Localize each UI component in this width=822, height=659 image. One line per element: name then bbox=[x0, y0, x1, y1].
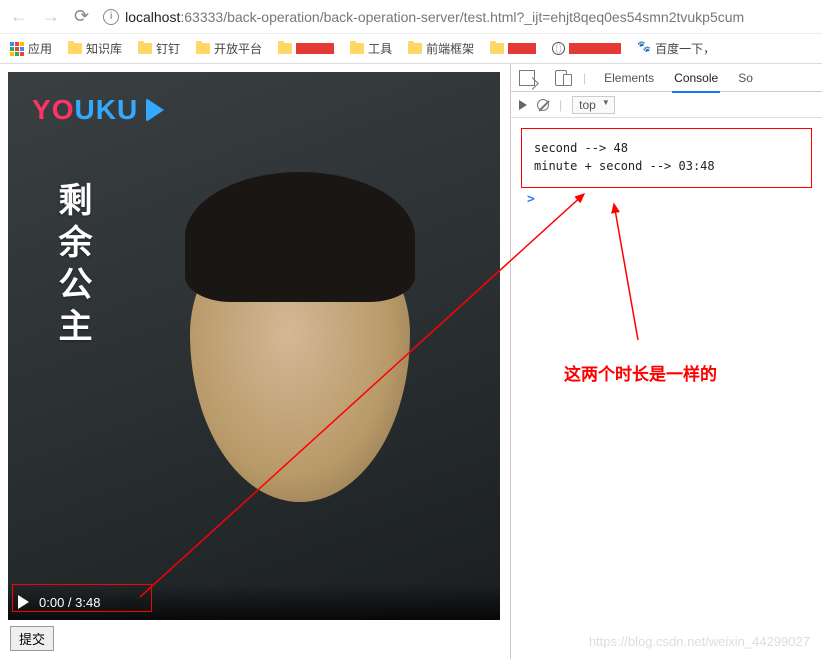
folder-icon bbox=[68, 43, 82, 54]
annotation-box-time bbox=[12, 584, 152, 612]
folder-icon bbox=[490, 43, 504, 54]
video-frame-graphic bbox=[130, 162, 470, 592]
apps-icon bbox=[10, 42, 24, 56]
bookmark-label: 钉钉 bbox=[156, 40, 180, 57]
inspect-icon[interactable] bbox=[519, 70, 535, 86]
context-select[interactable]: top bbox=[572, 96, 615, 114]
content-area: YOUKU 剩余公主 0:00 / 3:48 提交 | Elements Con… bbox=[0, 64, 822, 659]
video-panel: YOUKU 剩余公主 0:00 / 3:48 提交 bbox=[0, 64, 510, 659]
bookmark-label: 前端框架 bbox=[426, 40, 474, 57]
url-path: /back-operation/back-operation-server/te… bbox=[223, 9, 744, 25]
bookmark-item[interactable]: 钉钉 bbox=[138, 40, 180, 57]
folder-icon bbox=[138, 43, 152, 54]
bookmark-label: 百度一下， bbox=[655, 40, 715, 57]
bookmark-label: 工具 bbox=[368, 40, 392, 57]
browser-toolbar: ← → ⟳ i localhost:63333/back-operation/b… bbox=[0, 0, 822, 34]
bookmark-item[interactable]: 知识库 bbox=[68, 40, 122, 57]
tab-sources[interactable]: So bbox=[736, 71, 755, 85]
tab-console[interactable]: Console bbox=[672, 71, 720, 93]
clear-console-icon[interactable] bbox=[537, 99, 549, 111]
video-player[interactable]: YOUKU 剩余公主 0:00 / 3:48 bbox=[8, 72, 500, 620]
video-title: 剩余公主 bbox=[48, 182, 97, 350]
redacted-label bbox=[508, 43, 536, 54]
apps-button[interactable]: 应用 bbox=[10, 40, 52, 57]
console-line: second --> 48 bbox=[534, 141, 799, 155]
devtools-tabs: | Elements Console So bbox=[511, 64, 822, 92]
console-line: minute + second --> 03:48 bbox=[534, 159, 799, 173]
apps-label: 应用 bbox=[28, 40, 52, 57]
console-toolbar: | top bbox=[511, 92, 822, 118]
bookmark-item[interactable] bbox=[552, 42, 621, 55]
submit-button[interactable]: 提交 bbox=[10, 626, 54, 651]
paw-icon bbox=[637, 42, 651, 56]
bookmark-item[interactable]: 前端框架 bbox=[408, 40, 474, 57]
forward-icon[interactable]: → bbox=[42, 6, 60, 27]
youku-play-icon bbox=[146, 98, 164, 122]
bookmark-item[interactable]: 开放平台 bbox=[196, 40, 262, 57]
site-info-icon[interactable]: i bbox=[103, 9, 119, 25]
folder-icon bbox=[408, 43, 422, 54]
bookmarks-bar: 应用 知识库 钉钉 开放平台 工具 前端框架 百度一下， bbox=[0, 34, 822, 64]
device-toggle-icon[interactable] bbox=[555, 70, 567, 86]
console-prompt[interactable]: > bbox=[519, 192, 814, 207]
reload-icon[interactable]: ⟳ bbox=[74, 6, 89, 27]
tab-elements[interactable]: Elements bbox=[602, 71, 656, 85]
redacted-label bbox=[569, 43, 621, 54]
folder-icon bbox=[350, 43, 364, 54]
bookmark-label: 知识库 bbox=[86, 40, 122, 57]
url-port: :63333 bbox=[180, 9, 223, 25]
bookmark-label: 开放平台 bbox=[214, 40, 262, 57]
folder-icon bbox=[196, 43, 210, 54]
youku-logo: YOUKU bbox=[32, 94, 164, 126]
back-icon[interactable]: ← bbox=[10, 6, 28, 27]
bookmark-item[interactable] bbox=[490, 43, 536, 54]
url-host: localhost bbox=[125, 9, 180, 25]
annotation-box-console: second --> 48 minute + second --> 03:48 bbox=[521, 128, 812, 188]
bookmark-item[interactable]: 工具 bbox=[350, 40, 392, 57]
bookmark-item[interactable]: 百度一下， bbox=[637, 40, 715, 57]
globe-icon bbox=[552, 42, 565, 55]
watermark: https://blog.csdn.net/weixin_44299027 bbox=[589, 634, 810, 649]
run-icon[interactable] bbox=[519, 100, 527, 110]
address-bar[interactable]: i localhost:63333/back-operation/back-op… bbox=[103, 9, 812, 25]
annotation-text: 这两个时长是一样的 bbox=[564, 360, 717, 385]
console-output: second --> 48 minute + second --> 03:48 … bbox=[511, 118, 822, 209]
redacted-label bbox=[296, 43, 334, 54]
folder-icon bbox=[278, 43, 292, 54]
bookmark-item[interactable] bbox=[278, 43, 334, 54]
